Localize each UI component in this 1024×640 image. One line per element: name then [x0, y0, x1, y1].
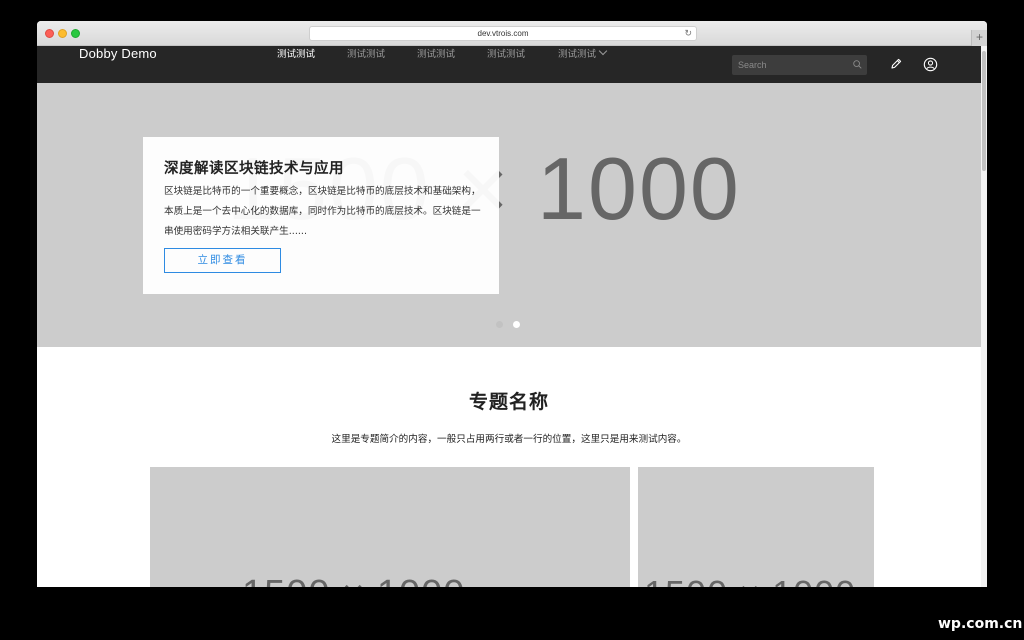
- hero-description: 区块链是比特币的一个重要概念，区块链是比特币的底层技术和基础架构，本质上是一个去…: [164, 186, 481, 237]
- zoom-window-button[interactable]: [71, 29, 80, 38]
- search-icon[interactable]: [853, 60, 862, 69]
- browser-window: dev.vtrois.com ↻ + Dobby Demo 测试测试 测试测试 …: [37, 21, 987, 587]
- topic-tile-small[interactable]: 1500 × 1000: [638, 467, 874, 587]
- minimize-window-button[interactable]: [58, 29, 67, 38]
- nav-item-5-dropdown[interactable]: 测试测试: [558, 46, 608, 60]
- scrollbar-thumb[interactable]: [982, 51, 986, 171]
- hero-card: 深度解读区块链技术与应用 区块链是比特币的一个重要概念，区块链是比特币的底层技术…: [143, 137, 499, 294]
- view-now-button[interactable]: 立即查看: [164, 248, 281, 273]
- carousel-dot-1[interactable]: [496, 321, 503, 328]
- reload-icon[interactable]: ↻: [684, 27, 692, 40]
- topic-tile-large[interactable]: 1500 × 1000: [150, 467, 630, 587]
- carousel-dot-2-active[interactable]: [513, 321, 520, 328]
- browser-titlebar: dev.vtrois.com ↻: [37, 21, 987, 46]
- page-scrollbar[interactable]: [981, 46, 987, 587]
- pencil-icon[interactable]: [889, 57, 903, 71]
- new-tab-button[interactable]: +: [971, 30, 987, 46]
- site-navbar: Dobby Demo 测试测试 测试测试 测试测试 测试测试 测试测试: [37, 46, 981, 83]
- nav-item-3[interactable]: 测试测试: [417, 46, 455, 60]
- nav-item-4[interactable]: 测试测试: [487, 46, 525, 60]
- close-window-button[interactable]: [45, 29, 54, 38]
- search-input[interactable]: [732, 55, 867, 75]
- nav-item-2[interactable]: 测试测试: [347, 46, 385, 60]
- chevron-down-icon: [598, 46, 608, 56]
- user-icon[interactable]: [923, 57, 938, 72]
- nav-item-5-label: 测试测试: [558, 49, 597, 60]
- nav-item-1[interactable]: 测试测试: [277, 46, 315, 60]
- tile-placeholder-text: 1500 × 1000: [644, 573, 856, 587]
- address-bar[interactable]: dev.vtrois.com ↻: [309, 26, 697, 41]
- hero-title: 深度解读区块链技术与应用: [164, 161, 344, 177]
- hero-carousel: 1500 × 1000 深度解读区块链技术与应用 区块链是比特币的一个重要概念，…: [37, 83, 981, 347]
- tile-placeholder-text: 1500 × 1000: [242, 573, 465, 587]
- topic-description: 这里是专题简介的内容，一般只占用两行或者一行的位置，这里只是用来测试内容。: [331, 434, 687, 445]
- watermark: wp.com.cn: [938, 616, 1023, 632]
- address-url: dev.vtrois.com: [477, 29, 529, 38]
- topic-title: 专题名称: [468, 391, 549, 413]
- site-brand[interactable]: Dobby Demo: [79, 46, 157, 61]
